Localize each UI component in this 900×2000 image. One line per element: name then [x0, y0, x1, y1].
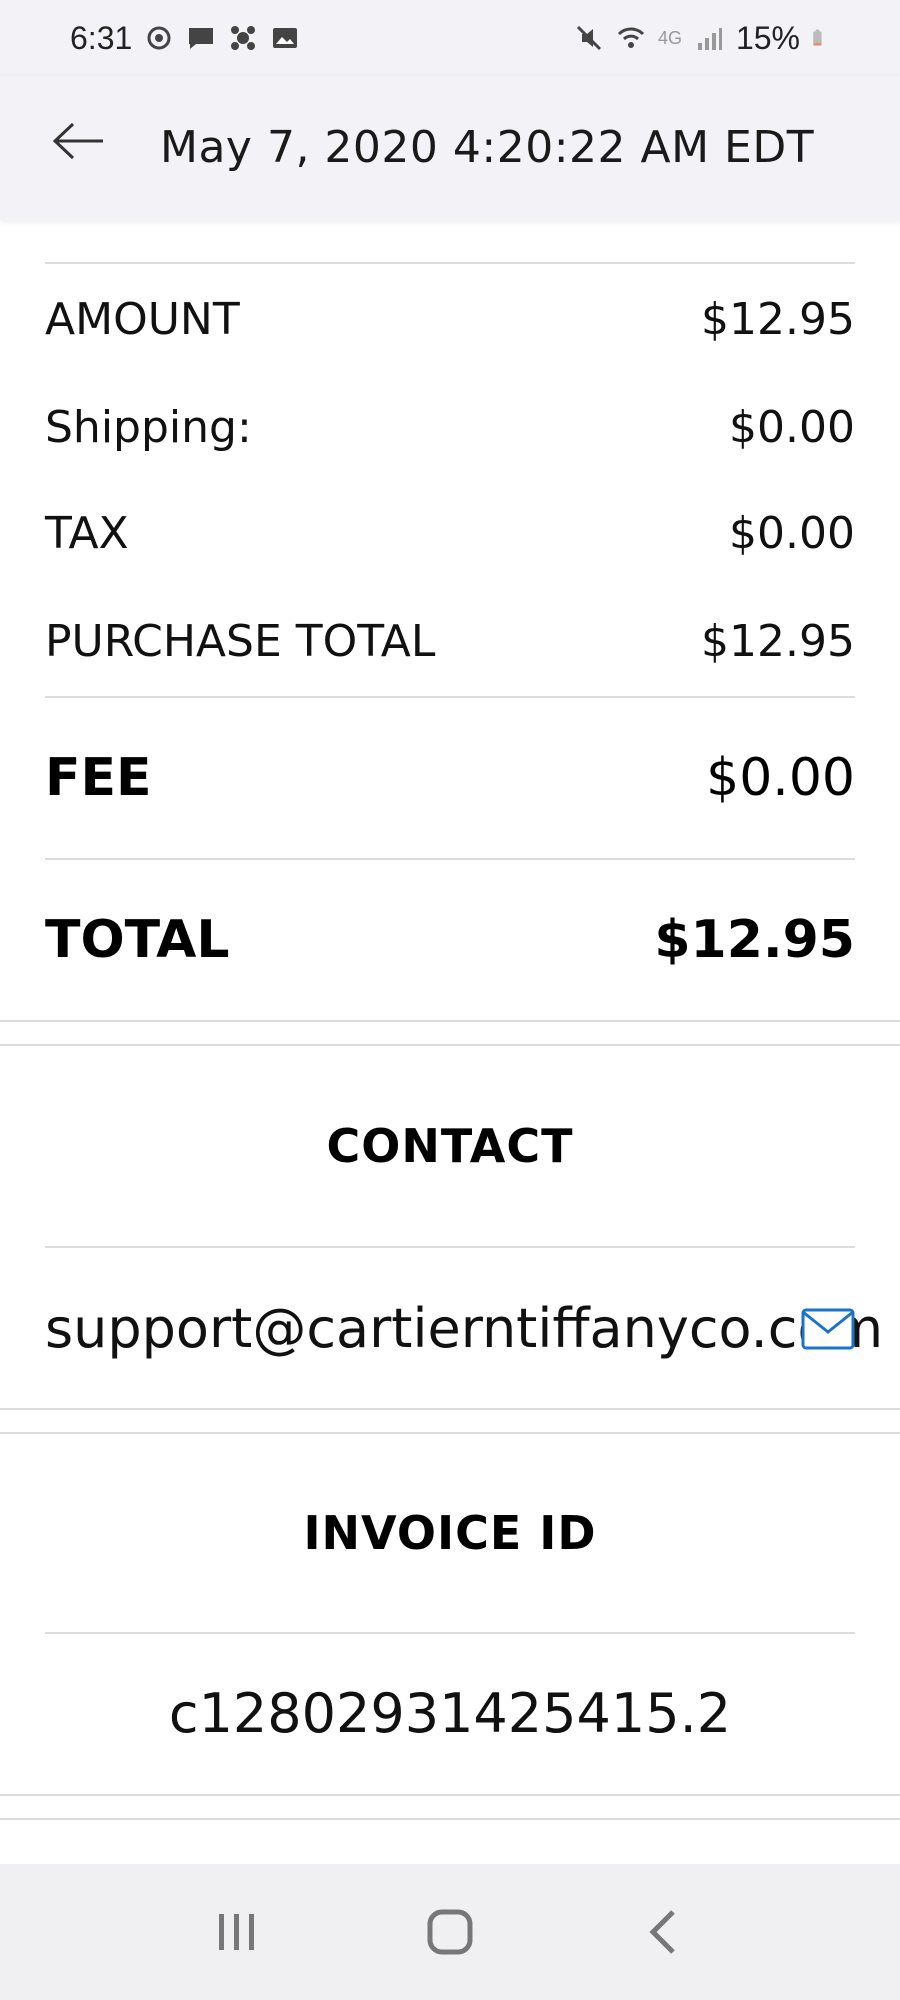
invoice-title: INVOICE ID [303, 1506, 597, 1560]
total-label: TOTAL [45, 910, 230, 970]
section-gap [0, 1022, 900, 1044]
section-gap [0, 1410, 900, 1432]
app-bar: May 7, 2020 4:20:22 AM EDT [0, 76, 900, 220]
summary-value: $0.00 [729, 507, 855, 559]
summary-label: TAX [45, 507, 129, 559]
network-label: 4G [657, 27, 682, 48]
total-value: $12.95 [654, 910, 855, 970]
summary-value: $12.95 [701, 293, 855, 345]
wifi-icon [617, 27, 644, 48]
contact-title: CONTACT [326, 1119, 574, 1173]
home-icon [427, 1909, 473, 1955]
status-bar: 6:31 4G 15% [0, 0, 900, 76]
summary-row-tax: TAX $0.00 [45, 480, 855, 586]
signal-icon [697, 28, 722, 50]
message-icon [189, 28, 214, 49]
contact-email[interactable]: support@cartierntiffanyco.com [45, 1297, 883, 1360]
navigation-bar [0, 1864, 900, 2000]
home-button[interactable] [405, 1887, 495, 1977]
fee-row: FEE $0.00 [45, 698, 855, 858]
mute-icon [576, 25, 601, 51]
section-divider [0, 1818, 900, 1820]
summary-value: $12.95 [701, 615, 855, 667]
battery-icon [813, 29, 822, 46]
system-back-button[interactable] [618, 1887, 708, 1977]
recent-apps-icon [218, 1914, 254, 1950]
image-icon [273, 28, 298, 48]
battery-percent: 15% [735, 19, 800, 56]
summary-row-amount: AMOUNT $12.95 [45, 264, 855, 374]
back-icon [649, 1910, 676, 1954]
status-right: 4G 15% [574, 20, 830, 57]
total-row: TOTAL $12.95 [45, 860, 855, 1020]
summary-row-shipping: Shipping: $0.00 [45, 374, 855, 480]
invoice-id: c12802931425415.2 [168, 1682, 732, 1745]
back-arrow-icon [52, 122, 103, 160]
summary-label: Shipping: [45, 401, 252, 453]
fee-value: $0.00 [706, 748, 855, 808]
transaction-details: AMOUNT $12.95 Shipping: $0.00 TAX $0.00 … [0, 220, 900, 1820]
status-time: 6:31 [70, 19, 133, 56]
fee-label: FEE [45, 748, 152, 808]
summary-label: PURCHASE TOTAL [45, 615, 436, 667]
page-title: May 7, 2020 4:20:22 AM EDT [160, 122, 815, 173]
app-icon [231, 26, 256, 50]
summary-value: $0.00 [729, 401, 855, 453]
recent-apps-button[interactable] [192, 1887, 282, 1977]
summary-row-purchase-total: PURCHASE TOTAL $12.95 [45, 586, 855, 696]
summary-label: AMOUNT [45, 293, 240, 345]
sync-icon [147, 26, 171, 50]
section-gap [0, 1796, 900, 1818]
status-left: 6:31 [70, 20, 300, 57]
contact-email-row[interactable]: support@cartierntiffanyco.com [45, 1248, 883, 1408]
mail-icon[interactable] [801, 1308, 855, 1350]
back-button[interactable] [44, 106, 114, 176]
